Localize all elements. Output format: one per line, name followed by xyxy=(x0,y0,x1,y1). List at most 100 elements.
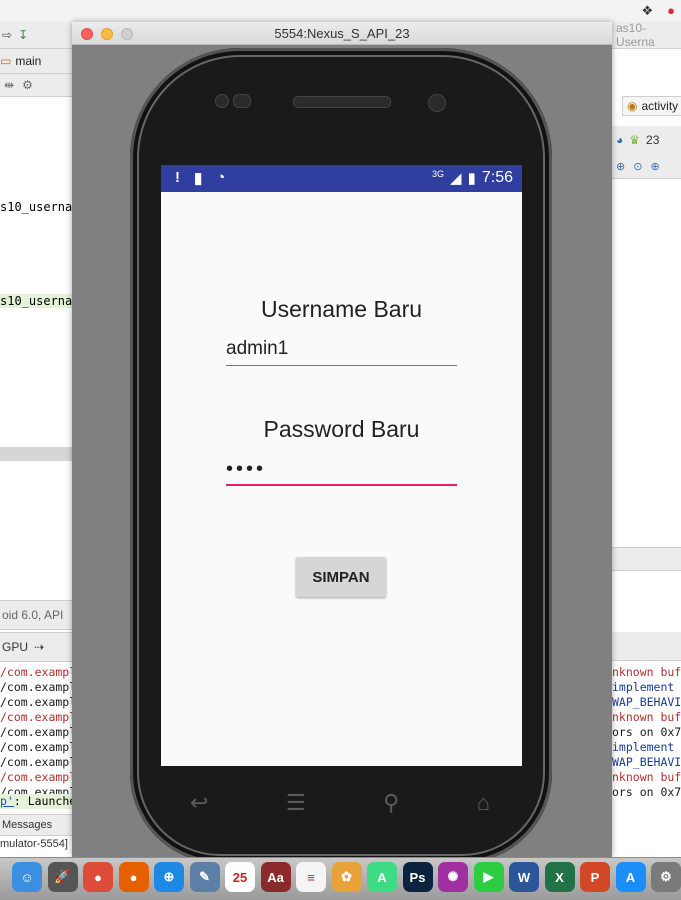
username-label: Username Baru xyxy=(260,296,423,322)
api-level[interactable]: 23 xyxy=(646,133,659,147)
zoom-actual-icon[interactable]: ⊙ xyxy=(633,160,642,173)
forward-arrow-icon[interactable]: ⇨ xyxy=(2,28,12,42)
gear-icon[interactable]: ⚙ xyxy=(22,78,33,92)
dropbox-icon[interactable]: ❖ xyxy=(641,3,653,19)
code-line: s10_usernar xyxy=(0,294,72,308)
code-line: s10_usernar xyxy=(0,200,72,214)
launched-text: : Launched c xyxy=(13,794,72,808)
log-line: nknown buf xyxy=(612,710,681,724)
sd-card-icon: ▮ xyxy=(194,170,203,187)
messages-tab[interactable]: Messages xyxy=(0,814,72,836)
color-app-icon[interactable]: ✺ xyxy=(438,862,468,892)
username-value: admin1 xyxy=(226,338,289,359)
zoom-toolbar: ⊕ ⊙ ⊕ xyxy=(612,154,681,179)
log-line: WAP_BEHAVI xyxy=(612,755,681,769)
log-line: /com.exampl xyxy=(0,710,72,724)
dictionary-icon[interactable]: Aa xyxy=(260,862,291,892)
log-line: nknown buf xyxy=(612,665,681,679)
split-icon[interactable]: ⇹ xyxy=(4,78,14,92)
log-line: /com.exampl xyxy=(0,755,72,769)
emulator-window: 5554:Nexus_S_API_23 ! ▮ ◔ 3G ◢ ▮ 7:56 Us xyxy=(72,22,612,863)
android-icon[interactable]: ♛ xyxy=(629,133,640,147)
reminders-icon[interactable]: ≡ xyxy=(296,862,326,892)
photos-icon[interactable]: ✿ xyxy=(331,862,362,892)
zoom-in-icon[interactable]: ⊕ xyxy=(616,160,625,173)
signal-icon: ◢ xyxy=(450,170,462,187)
powerpoint-icon[interactable]: P xyxy=(580,862,610,892)
home-icon[interactable]: ⌂ xyxy=(477,790,490,820)
ide-left-panel: ⇨ ↧ ▭ main ⇹ ⚙ s10_usernar s10_usernar o… xyxy=(0,22,72,857)
front-camera-icon xyxy=(428,94,446,112)
username-field[interactable]: admin1 xyxy=(226,336,457,366)
search-icon[interactable]: ⚲ xyxy=(383,790,399,820)
ide-title-fragment: as10-Userna xyxy=(612,22,681,49)
status-menu-icon[interactable]: ● xyxy=(667,3,675,19)
ide-toolbar: ⇨ ↧ xyxy=(0,22,72,49)
preview-icon[interactable]: ✎ xyxy=(189,862,220,892)
system-prefs-icon[interactable]: ⚙ xyxy=(651,862,681,892)
password-field[interactable]: •••• xyxy=(226,456,457,486)
ide-toolbar-secondary: ⇹ ⚙ xyxy=(0,74,72,97)
phone-frame: ! ▮ ◔ 3G ◢ ▮ 7:56 Username Baru admin1 P… xyxy=(130,48,552,863)
log-line: /com.exampl xyxy=(0,695,72,709)
log-line: ors on 0x7 xyxy=(612,785,681,799)
log-line: /com.exampl xyxy=(0,740,72,754)
globe-icon[interactable]: ◕ xyxy=(616,133,623,147)
hardware-nav-keys: ↩ ☰ ⚲ ⌂ xyxy=(190,790,490,820)
divider xyxy=(0,447,72,461)
back-icon[interactable]: ↩ xyxy=(190,790,208,820)
log-line: /com.exampl xyxy=(0,665,72,679)
layout-file-icon: ◉ xyxy=(627,99,638,113)
breadcrumb: ▭ main xyxy=(0,49,72,74)
log-line: WAP_BEHAVI xyxy=(612,695,681,709)
log-line: /com.exampl xyxy=(0,770,72,784)
ide-title-text: as10-Userna xyxy=(616,22,655,49)
emulator-titlebar: 5554:Nexus_S_API_23 xyxy=(72,22,612,45)
monitor-toolbar: GPU ⇢ xyxy=(0,632,72,662)
messages-tab-label: Messages xyxy=(2,819,53,831)
safari-icon[interactable]: ⊕ xyxy=(154,862,184,892)
status-bar-text: mulator-5554] xyxy=(0,838,68,850)
design-toolbar: ◕ ♛ 23 xyxy=(612,126,681,155)
chrome-icon[interactable]: ● xyxy=(83,862,113,892)
network-type: 3G xyxy=(432,169,445,179)
device-label: oid 6.0, API xyxy=(2,608,64,622)
breadcrumb-main[interactable]: main xyxy=(15,54,41,68)
sensor-icon xyxy=(215,94,229,108)
firefox-icon[interactable]: ● xyxy=(118,862,149,892)
launched-link[interactable]: p' xyxy=(0,794,14,808)
zoom-fit-icon[interactable]: ⊕ xyxy=(650,160,659,173)
log-line: implement xyxy=(612,740,675,754)
tab-activity-label: activity xyxy=(641,99,679,113)
run-status: p': Launched c xyxy=(0,794,72,809)
expand-icon[interactable]: ⇢ xyxy=(34,640,44,654)
simpan-button[interactable]: SIMPAN xyxy=(296,557,386,597)
app-store-icon[interactable]: A xyxy=(615,862,646,892)
finder-icon[interactable]: ☺ xyxy=(12,862,42,892)
right-monitor-toolbar xyxy=(612,632,681,661)
device-screen: ! ▮ ◔ 3G ◢ ▮ 7:56 Username Baru admin1 P… xyxy=(161,165,522,766)
android-studio-icon[interactable]: A xyxy=(367,862,397,892)
android-debug-icon: ◔ xyxy=(216,169,226,186)
calendar-icon[interactable]: 25 xyxy=(225,862,255,892)
alert-icon: ! xyxy=(175,169,180,186)
right-divider xyxy=(612,547,681,571)
device-selector[interactable]: oid 6.0, API xyxy=(0,600,72,630)
log-line: ors on 0x7 xyxy=(612,725,681,739)
menu-icon[interactable]: ☰ xyxy=(286,790,306,820)
logcat-output: /com.exampl/com.exampl/com.exampl/com.ex… xyxy=(0,665,72,800)
sensor-icon xyxy=(233,94,251,108)
step-icon[interactable]: ↧ xyxy=(18,28,28,42)
facetime-icon[interactable]: ▶ xyxy=(473,862,504,892)
word-icon[interactable]: W xyxy=(509,862,539,892)
photoshop-icon[interactable]: Ps xyxy=(402,862,433,892)
launchpad-icon[interactable]: 🚀 xyxy=(47,862,78,892)
battery-icon: ▮ xyxy=(467,170,476,187)
excel-icon[interactable]: X xyxy=(544,862,575,892)
gpu-tab[interactable]: GPU xyxy=(2,640,28,654)
tab-activity[interactable]: ◉ activity xyxy=(622,96,681,116)
dock: ☺ 🚀 ● ● ⊕ ✎ 25 Aa ≡ ✿ A Ps ✺ ▶ W X P A ⚙ xyxy=(0,857,681,900)
menu-bar: ❖ ● xyxy=(0,0,681,23)
emulator-title: 5554:Nexus_S_API_23 xyxy=(274,26,410,41)
log-line: /com.exampl xyxy=(0,680,72,694)
